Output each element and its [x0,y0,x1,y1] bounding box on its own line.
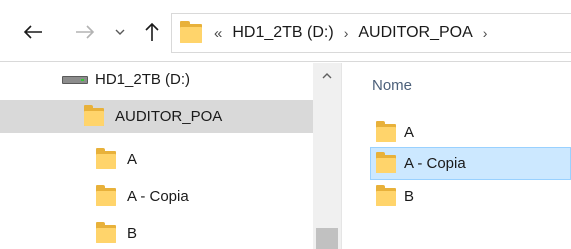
nav-item-drive[interactable]: HD1_2TB (D:) [0,63,313,96]
folder-icon [84,104,104,126]
folder-icon [96,147,116,169]
chevron-up-icon [322,73,332,79]
address-bar[interactable]: « HD1_2TB (D:) › AUDITOR_POA › [171,13,571,53]
nav-item-auditor-poa[interactable]: AUDITOR_POA [0,100,313,133]
recent-locations-button[interactable] [112,18,128,46]
breadcrumb-separator[interactable]: › [344,25,349,41]
folder-icon [96,184,116,206]
arrow-left-icon [23,25,42,39]
file-row-label: A - Copia [404,155,466,172]
scroll-up-button[interactable] [313,63,341,89]
file-row-label: A [404,124,415,141]
folder-icon [96,221,116,243]
nav-item-a[interactable]: A [0,143,313,176]
nav-item-label: B [127,225,138,242]
navigation-pane: HD1_2TB (D:) AUDITOR_POA A A - Copia B [0,63,341,249]
folder-icon [376,184,396,206]
breadcrumb-folder[interactable]: AUDITOR_POA [358,24,472,42]
nav-item-label: A - Copia [127,188,189,205]
breadcrumb-overflow[interactable]: « [214,25,222,42]
breadcrumb-drive[interactable]: HD1_2TB (D:) [232,24,333,42]
file-row-label: B [404,188,415,205]
file-row-b[interactable]: B [370,180,571,213]
scroll-thumb[interactable] [316,228,338,249]
arrow-up-icon [145,22,159,41]
folder-icon [376,120,396,142]
arrow-right-icon [76,25,95,39]
nav-item-label: A [127,151,138,168]
file-row-a[interactable]: A [370,116,571,149]
nav-item-label: HD1_2TB (D:) [95,71,191,88]
nav-item-b[interactable]: B [0,217,313,249]
file-row-a-copia[interactable]: A - Copia [370,147,571,180]
nav-item-label: AUDITOR_POA [115,108,223,125]
nav-item-a-copia[interactable]: A - Copia [0,180,313,213]
column-header-name[interactable]: Nome [372,77,412,94]
navigation-scrollbar[interactable] [313,63,341,249]
folder-icon [180,20,202,43]
chevron-down-icon [115,29,125,35]
folder-icon [376,151,396,173]
forward-button[interactable] [72,18,98,46]
address-toolbar: « HD1_2TB (D:) › AUDITOR_POA › [0,0,571,62]
drive-icon [62,74,88,86]
up-button[interactable] [140,18,164,46]
breadcrumb-separator[interactable]: › [483,25,488,41]
file-list-pane: Nome A A - Copia B [342,63,571,249]
back-button[interactable] [20,18,46,46]
